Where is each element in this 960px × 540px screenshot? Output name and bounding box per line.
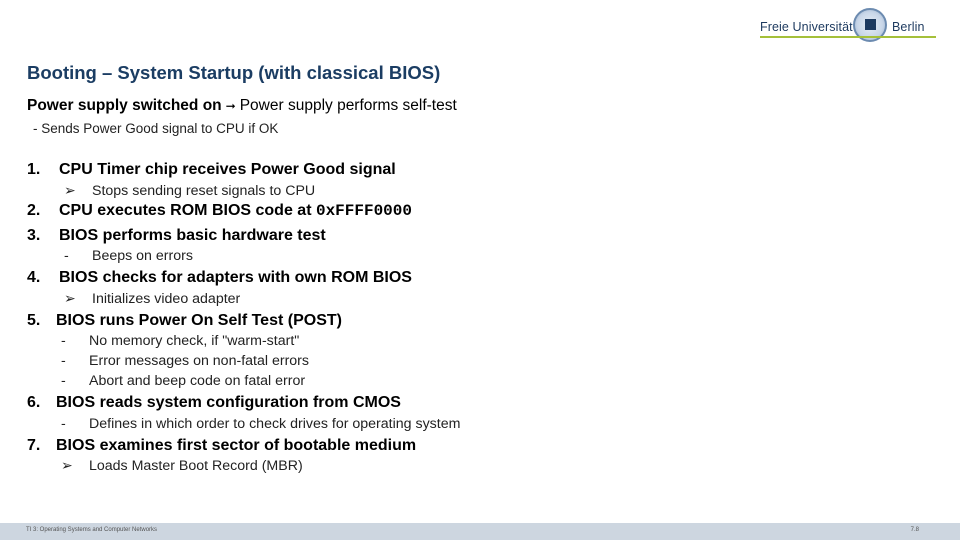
- bullet-text: Abort and beep code on fatal error: [89, 373, 306, 389]
- slide-footer: TI 3: Operating Systems and Computer Net…: [0, 523, 960, 540]
- bullet-text: Beeps on errors: [92, 248, 193, 264]
- dash-bullet: -: [61, 333, 66, 349]
- memory-address: 0xFFFF0000: [315, 202, 412, 220]
- step-number: 1.: [27, 161, 41, 178]
- lead-rest-text: Power supply performs self-test: [239, 97, 457, 114]
- bullet-text: Stops sending reset signals to CPU: [92, 183, 316, 199]
- step-text: BIOS reads system configuration from CMO…: [56, 394, 401, 411]
- bullet-text: Initializes video adapter: [92, 291, 241, 307]
- arrowhead-bullet-icon: ➢: [61, 458, 73, 474]
- dash-bullet: -: [64, 248, 69, 264]
- step-number: 3.: [27, 227, 41, 244]
- dash-bullet: -: [61, 373, 66, 389]
- dash-bullet: -: [61, 353, 66, 369]
- slide-title: Booting – System Startup (with classical…: [27, 62, 441, 83]
- lead-subtext: - Sends Power Good signal to CPU if OK: [33, 121, 279, 136]
- step-text-wrap: CPU executes ROM BIOS code at 0xFFFF0000: [59, 202, 412, 220]
- bullet-text: No memory check, if "warm-start": [89, 333, 300, 349]
- bullet-text: Error messages on non-fatal errors: [89, 353, 309, 369]
- bullet-text: Loads Master Boot Record (MBR): [89, 458, 303, 474]
- step-text: BIOS checks for adapters with own ROM BI…: [59, 269, 412, 286]
- logo-underline: [760, 36, 936, 38]
- step-number: 5.: [27, 312, 41, 329]
- step-text: BIOS examines first sector of bootable m…: [56, 437, 417, 454]
- step-text: CPU Timer chip receives Power Good signa…: [59, 161, 396, 178]
- step-number: 7.: [27, 437, 41, 454]
- step-text: BIOS performs basic hardware test: [59, 227, 326, 244]
- university-logo: Freie Universität Berlin: [760, 8, 952, 42]
- footer-course-title: TI 3: Operating Systems and Computer Net…: [26, 527, 158, 533]
- step-number: 4.: [27, 269, 41, 286]
- dash-bullet: -: [61, 416, 66, 432]
- step-text: BIOS runs Power On Self Test (POST): [56, 312, 342, 329]
- arrow-right-icon: ➞: [225, 99, 236, 113]
- bullet-text: Defines in which order to check drives f…: [89, 416, 461, 432]
- step-text: CPU executes ROM BIOS code at: [59, 202, 316, 219]
- lead-bold-text: Power supply switched on: [27, 97, 222, 114]
- logo-text-freie-universitat: Freie Universität: [760, 20, 853, 34]
- page-number: 7.8: [910, 527, 919, 533]
- step-number: 6.: [27, 394, 41, 411]
- arrowhead-bullet-icon: ➢: [64, 183, 76, 199]
- logo-text-berlin: Berlin: [892, 20, 925, 34]
- step-number: 2.: [27, 202, 41, 219]
- arrowhead-bullet-icon: ➢: [64, 291, 76, 307]
- lead-line: Power supply switched on ➞ Power supply pe…: [27, 97, 457, 115]
